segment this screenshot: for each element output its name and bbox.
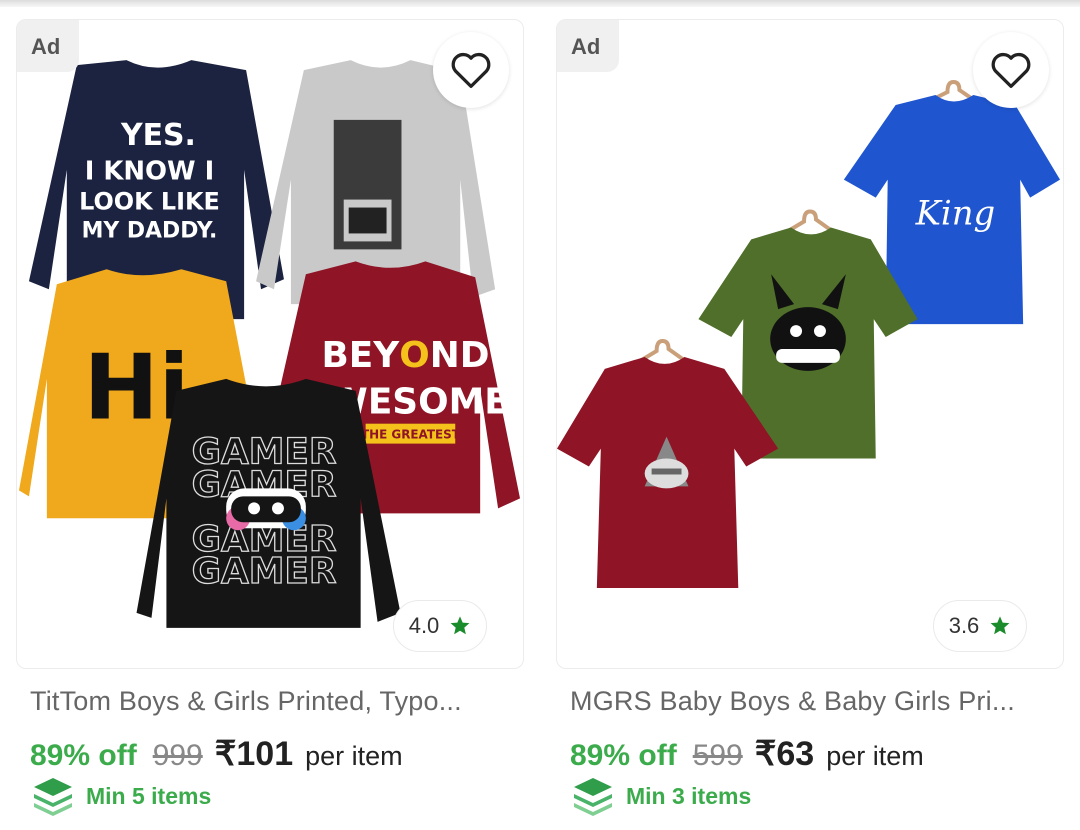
star-icon [990,616,1010,635]
product-title[interactable]: MGRS Baby Boys & Baby Girls Pri... [570,686,1015,717]
product-grid: YES. I KNOW I LOOK LIKE MY DADDY. Hi BEY… [0,0,1080,830]
wishlist-button[interactable] [973,32,1049,108]
rating-value: 3.6 [948,613,980,638]
ad-badge: Ad [17,20,79,72]
sale-price: ₹101 [214,735,294,773]
sale-price: ₹63 [754,735,815,773]
per-item-label: per item [305,741,403,771]
per-item-label: per item [826,741,924,771]
shirt-print-line: YES. [120,118,196,153]
discount-label: 89% off [570,739,677,772]
shirt-print-greatest: THE GREATEST [361,428,461,442]
shirt-print-king: King [915,193,996,232]
shirt-print-line: LOOK LIKE [79,188,220,216]
price-row: 89% off 999 ₹101 per item [30,734,403,774]
min-order-row: Min 3 items [572,776,751,816]
rating-value: 4.0 [408,613,440,638]
layers-icon [574,778,612,816]
layers-icon [34,778,72,816]
product-image: YES. I KNOW I LOOK LIKE MY DADDY. Hi BEY… [18,60,521,628]
heart-outline-icon [451,52,491,88]
min-order-label: Min 5 items [86,782,212,809]
product-card-image[interactable]: YES. I KNOW I LOOK LIKE MY DADDY. Hi BEY… [16,19,524,669]
original-price: 999 [152,739,203,772]
shirt-print-beyond: BEYOND [321,335,489,376]
min-order-label: Min 3 items [626,782,752,809]
ad-badge: Ad [557,20,619,72]
shirt-print-gamer: GAMER [192,551,337,592]
min-order-row: Min 5 items [32,776,211,816]
original-price: 599 [692,739,743,772]
price-row: 89% off 599 ₹63 per item [570,734,924,774]
product-title[interactable]: TitTom Boys & Girls Printed, Typo... [30,686,462,717]
star-icon [450,616,470,635]
product-card-image[interactable]: King Ad 3.6 [556,19,1064,669]
rating-badge: 3.6 [933,600,1027,652]
discount-label: 89% off [30,739,137,772]
rating-badge: 4.0 [393,600,487,652]
wishlist-button[interactable] [433,32,509,108]
shirt-print-line: I KNOW I [85,157,215,187]
heart-outline-icon [991,52,1031,88]
product-image: King [557,80,1061,589]
shirt-print-line: MY DADDY. [82,218,218,243]
